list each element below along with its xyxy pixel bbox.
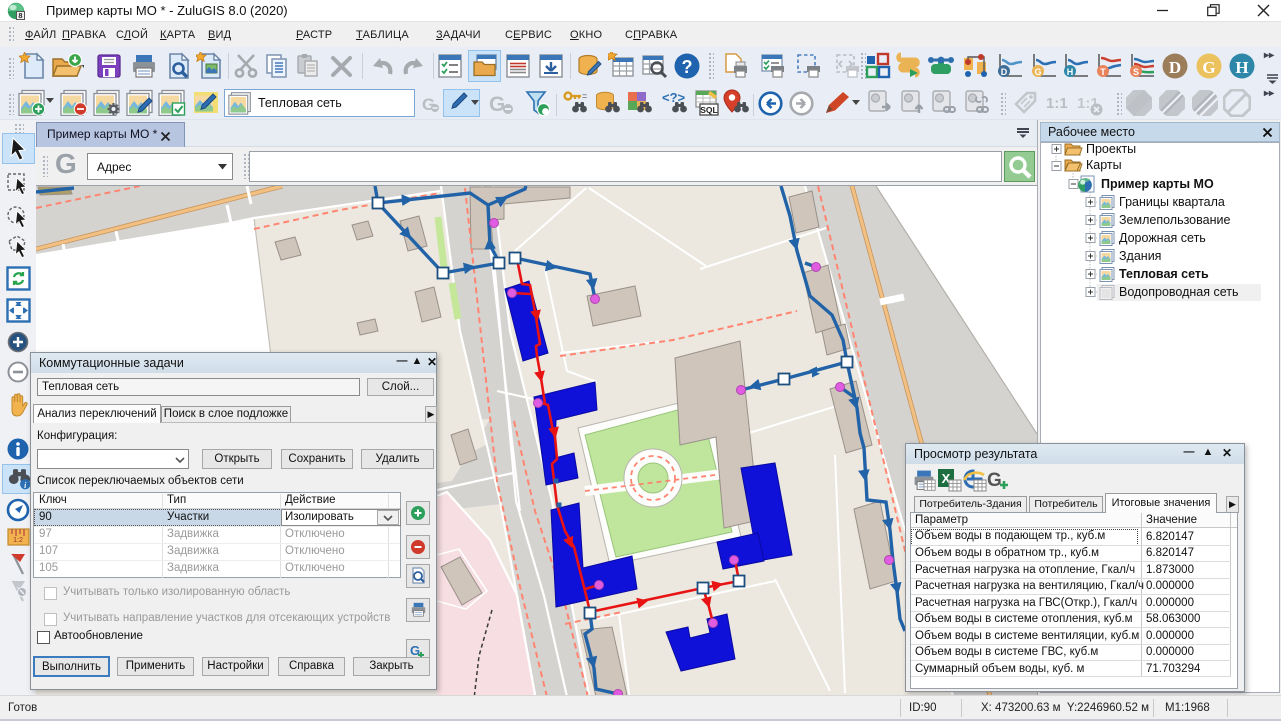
svg-text:T: T [1100,67,1106,77]
svg-text:G: G [1202,58,1215,77]
svg-text:H: H [1067,67,1074,77]
svg-text:?: ? [682,57,693,77]
svg-text:S: S [1133,67,1139,77]
svg-text:=: = [582,91,587,101]
svg-text:1:2: 1:2 [13,537,23,544]
svg-text:G: G [1034,67,1041,77]
svg-text:G: G [489,93,505,116]
svg-text:H: H [1235,58,1248,77]
svg-text:SQL: SQL [700,105,717,115]
svg-text:D: D [1001,67,1008,77]
svg-text:D: D [1169,58,1181,77]
svg-text:8: 8 [18,11,22,20]
svg-text:G: G [987,470,1002,491]
